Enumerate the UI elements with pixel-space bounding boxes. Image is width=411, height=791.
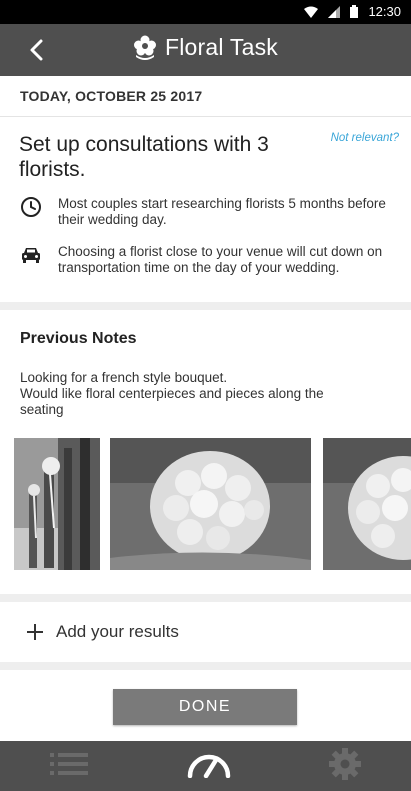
notes-body: Looking for a french style bouquet. Woul…: [20, 370, 370, 418]
photo-image: [323, 438, 411, 570]
done-button[interactable]: DONE: [113, 689, 297, 725]
notes-card: Previous Notes Looking for a french styl…: [0, 318, 411, 594]
notes-line: Would like floral centerpieces and piece…: [20, 386, 324, 417]
section-divider: [0, 594, 411, 602]
status-time: 12:30: [368, 4, 401, 19]
battery-icon: [350, 5, 359, 18]
bottom-nav: [0, 741, 411, 791]
nav-item-list[interactable]: [50, 751, 88, 782]
task-card: Set up consultations with 3 florists. No…: [0, 124, 411, 302]
flower-icon: [134, 35, 156, 60]
signal-icon: [328, 5, 341, 18]
add-results-row[interactable]: Add your results: [0, 602, 411, 662]
car-icon: [22, 248, 40, 263]
settings-gear-icon: [329, 747, 361, 780]
add-results-button[interactable]: Add your results: [26, 622, 179, 642]
clock-icon: [21, 197, 41, 217]
status-icons: 12:30: [304, 4, 401, 19]
tip-item: Choosing a florist close to your venue w…: [20, 244, 390, 276]
status-bar: 12:30: [0, 0, 411, 24]
not-relevant-link[interactable]: Not relevant?: [331, 132, 399, 144]
nav-item-dashboard[interactable]: [186, 750, 232, 783]
plus-icon: [27, 624, 43, 640]
task-title: Set up consultations with 3 florists.: [19, 133, 269, 181]
date-label: TODAY, OCTOBER 25 2017: [20, 88, 203, 104]
notes-heading: Previous Notes: [20, 330, 137, 347]
app-title-text: Floral Task: [165, 34, 278, 60]
section-divider: [0, 662, 411, 670]
app-title: Floral Task: [0, 34, 411, 61]
add-results-label: Add your results: [56, 622, 179, 641]
tip-text: Most couples start researching florists …: [58, 196, 386, 227]
photo-image: [14, 438, 100, 570]
tip-item: Most couples start researching florists …: [20, 196, 390, 228]
tip-text: Choosing a florist close to your venue w…: [58, 244, 383, 275]
nav-item-settings[interactable]: [329, 747, 361, 785]
aisle-chairs-photo[interactable]: [14, 438, 100, 570]
dashboard-gauge-icon: [187, 754, 230, 778]
rose-bouquet-photo[interactable]: [110, 438, 311, 570]
date-row: TODAY, OCTOBER 25 2017: [0, 76, 411, 117]
list-icon: [50, 752, 88, 775]
rose-bouquet-photo-2[interactable]: [323, 438, 411, 570]
section-divider: [0, 302, 411, 310]
app-bar: Floral Task: [0, 24, 411, 76]
notes-line: Looking for a french style bouquet.: [20, 370, 228, 385]
wifi-icon: [304, 6, 319, 18]
photo-image: [110, 438, 311, 570]
